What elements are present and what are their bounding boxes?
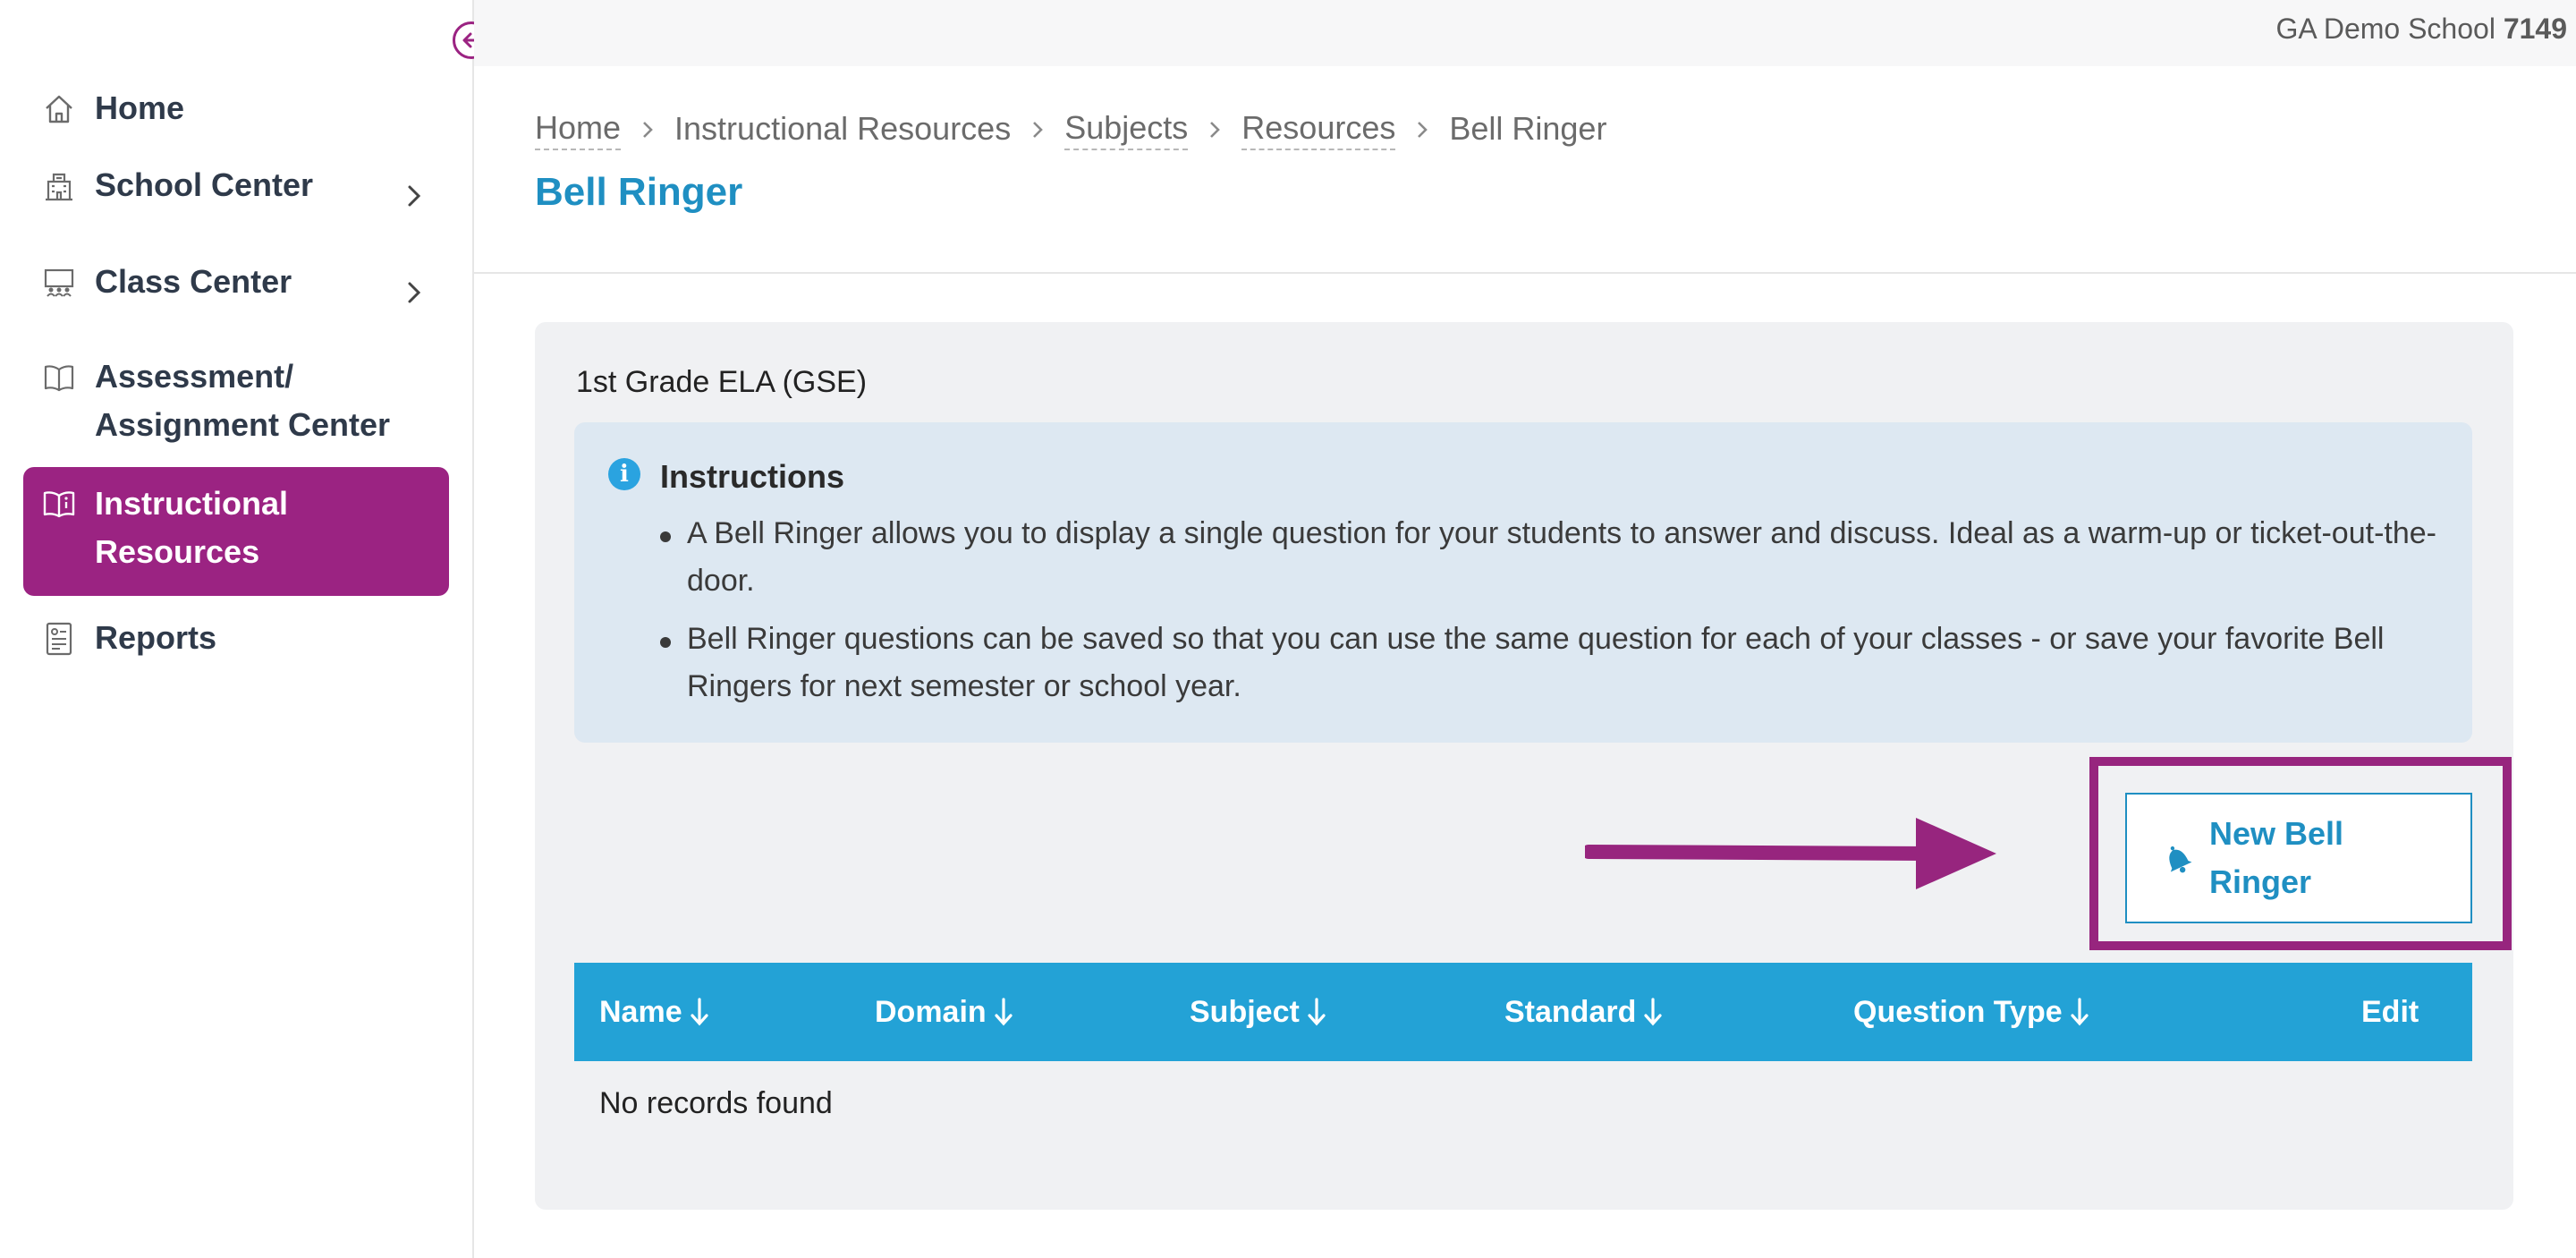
new-bell-ringer-label: New Bell Ringer xyxy=(2209,815,2344,900)
empty-state-message: No records found xyxy=(599,1086,833,1120)
column-label: Edit xyxy=(2361,994,2419,1029)
breadcrumb-instructional-resources[interactable]: Instructional Resources xyxy=(674,110,1011,149)
column-label: Question Type xyxy=(1853,994,2063,1029)
column-header-domain[interactable]: Domain xyxy=(875,963,1013,1061)
school-name: GA Demo School xyxy=(2275,13,2496,45)
sidebar-item-instructional-resources[interactable]: Instructional Resources xyxy=(23,467,449,596)
breadcrumb-current: Bell Ringer xyxy=(1449,110,1607,147)
school-building-icon xyxy=(41,168,77,204)
chevron-right-icon xyxy=(404,279,424,310)
sidebar-item-label: Assessment/ Assignment Center xyxy=(95,358,391,443)
new-bell-ringer-button[interactable]: New Bell Ringer xyxy=(2125,793,2472,923)
table-header: Name Domain Subject Standard Question Ty… xyxy=(574,963,2472,1061)
instructions-box: i Instructions A Bell Ringer allows you … xyxy=(574,422,2472,743)
sidebar-item-reports[interactable]: Reports xyxy=(23,601,449,696)
school-indicator: GA Demo School 7149 xyxy=(2275,13,2567,46)
sidebar-nav: Home School Center Class Center Assessme… xyxy=(23,72,449,696)
sidebar-item-label: School Center xyxy=(95,166,314,203)
sidebar-item-label: Class Center xyxy=(95,263,292,300)
sidebar-item-label: Home xyxy=(95,89,185,126)
sort-arrow-down-icon xyxy=(1307,997,1326,1027)
column-label: Subject xyxy=(1190,994,1300,1029)
sidebar-item-home[interactable]: Home xyxy=(23,72,449,149)
sidebar-item-class-center[interactable]: Class Center xyxy=(23,245,449,340)
chevron-right-icon xyxy=(640,118,655,141)
sidebar-item-label: Reports xyxy=(95,619,217,656)
content-panel: 1st Grade ELA (GSE) i Instructions A Bel… xyxy=(535,322,2513,1210)
column-header-standard[interactable]: Standard xyxy=(1504,963,1663,1061)
column-header-name[interactable]: Name xyxy=(599,963,709,1061)
breadcrumb-home[interactable]: Home xyxy=(535,109,622,150)
breadcrumb-subjects[interactable]: Subjects xyxy=(1064,109,1189,150)
arrow-right-annotation-icon xyxy=(1585,818,1996,889)
subject-label: 1st Grade ELA (GSE) xyxy=(576,365,868,399)
page-title: Bell Ringer xyxy=(535,170,743,214)
classroom-icon xyxy=(41,265,77,301)
report-document-icon xyxy=(41,621,77,657)
school-id: 7149 xyxy=(2503,13,2567,45)
sort-arrow-down-icon xyxy=(2070,997,2089,1027)
instructions-list: A Bell Ringer allows you to display a si… xyxy=(660,510,2440,721)
info-icon: i xyxy=(608,458,640,490)
chevron-right-icon xyxy=(404,183,424,214)
instructions-item: Bell Ringer questions can be saved so th… xyxy=(660,616,2440,710)
chevron-right-icon xyxy=(1208,118,1222,141)
breadcrumb: Home Instructional Resources Subjects Re… xyxy=(535,109,1606,150)
home-icon xyxy=(41,91,77,127)
instructions-title: Instructions xyxy=(660,458,845,495)
chevron-right-icon xyxy=(1030,118,1045,141)
column-header-question-type[interactable]: Question Type xyxy=(1853,963,2089,1061)
chevron-right-icon xyxy=(1415,118,1429,141)
sidebar-item-school-center[interactable]: School Center xyxy=(23,149,449,245)
breadcrumb-resources[interactable]: Resources xyxy=(1241,109,1396,150)
sort-arrow-down-icon xyxy=(994,997,1013,1027)
column-label: Name xyxy=(599,994,682,1029)
column-header-subject[interactable]: Subject xyxy=(1190,963,1326,1061)
sort-arrow-down-icon xyxy=(1643,997,1663,1027)
sidebar-item-label: Instructional Resources xyxy=(95,485,289,570)
instructions-item: A Bell Ringer allows you to display a si… xyxy=(660,510,2440,605)
bell-icon xyxy=(2169,846,2192,873)
column-label: Domain xyxy=(875,994,987,1029)
book-info-icon xyxy=(41,487,77,523)
sidebar-item-assessment-center[interactable]: Assessment/ Assignment Center xyxy=(23,340,449,467)
open-book-icon xyxy=(41,360,77,395)
column-header-edit: Edit xyxy=(2361,963,2419,1061)
sort-arrow-down-icon xyxy=(690,997,709,1027)
top-bar: GA Demo School 7149 xyxy=(474,0,2576,66)
sidebar: Home School Center Class Center Assessme… xyxy=(0,0,490,1258)
page-header: Home Instructional Resources Subjects Re… xyxy=(474,66,2576,274)
column-label: Standard xyxy=(1504,994,1637,1029)
